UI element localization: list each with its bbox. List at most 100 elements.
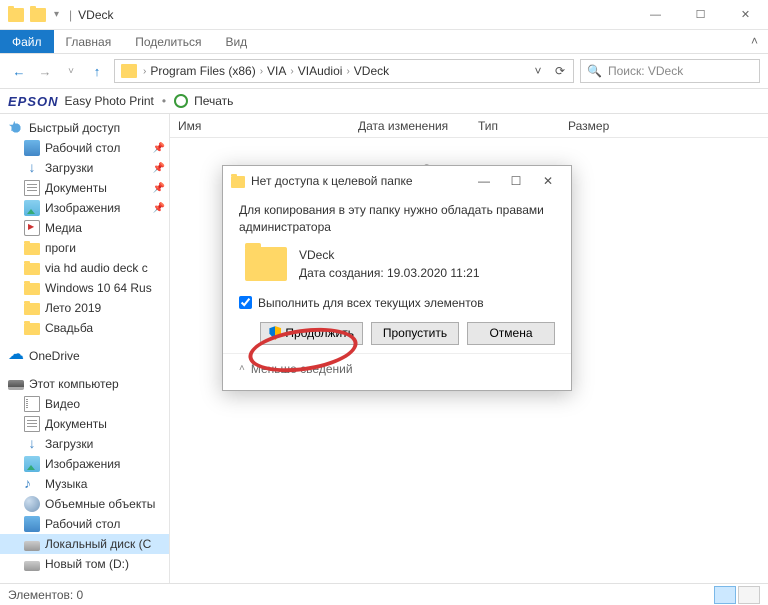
pin-icon: 📌 (153, 163, 165, 174)
dialog-close-button[interactable]: ✕ (533, 169, 563, 193)
sidebar-network[interactable]: Сеть (0, 582, 169, 583)
sidebar-label: Лето 2019 (45, 301, 101, 315)
chevron-right-icon[interactable]: › (258, 66, 265, 77)
pin-icon: 📌 (153, 203, 165, 214)
sidebar-item[interactable]: Изображения📌 (0, 198, 169, 218)
qat-dropdown-icon[interactable]: ▾ (54, 9, 59, 20)
sidebar-label: Документы (45, 417, 107, 431)
sidebar-item[interactable]: Загрузки 📌 (0, 158, 169, 178)
sidebar-label: Загрузки (45, 161, 93, 175)
folder-icon (245, 247, 287, 281)
item-icon (24, 303, 40, 315)
breadcrumb-segment[interactable]: VIA (265, 64, 288, 78)
tab-share[interactable]: Поделиться (123, 30, 213, 53)
item-icon (24, 243, 40, 255)
item-icon (24, 200, 40, 216)
separator: | (69, 8, 72, 22)
breadcrumb-path[interactable]: › Program Files (x86) › VIA › VIAudioi ›… (114, 59, 574, 83)
chevron-right-icon[interactable]: › (344, 66, 351, 77)
cancel-button[interactable]: Отмена (467, 322, 555, 345)
ribbon-collapse-icon[interactable]: ˄ (741, 30, 768, 53)
dialog-folder-info: VDeck Дата создания: 19.03.2020 11:21 (239, 246, 555, 282)
item-icon (24, 396, 40, 412)
sidebar-item[interactable]: Видео (0, 394, 169, 414)
sidebar-item[interactable]: Документы (0, 414, 169, 434)
fewer-details-toggle[interactable]: ˄ Меньше сведений (223, 353, 571, 376)
view-icons-button[interactable] (738, 586, 760, 604)
minimize-button[interactable]: — (633, 0, 678, 30)
sidebar-item[interactable]: Лето 2019 (0, 298, 169, 318)
breadcrumb-segment[interactable]: VDeck (352, 64, 391, 78)
nav-back-button[interactable]: ← (8, 60, 30, 82)
sidebar-item[interactable]: Windows 10 64 Rus (0, 278, 169, 298)
tab-home[interactable]: Главная (54, 30, 124, 53)
sidebar-item[interactable]: проги (0, 238, 169, 258)
access-denied-dialog: Нет доступа к целевой папке — ☐ ✕ Для ко… (222, 165, 572, 391)
window-titlebar: ▾ | VDeck — ☐ ✕ (0, 0, 768, 30)
status-item-count: Элементов: 0 (8, 588, 83, 602)
close-button[interactable]: ✕ (723, 0, 768, 30)
sidebar-label: Музыка (45, 477, 87, 491)
dialog-apply-all-checkbox[interactable]: Выполнить для всех текущих элементов (239, 296, 555, 310)
tab-file[interactable]: Файл (0, 30, 54, 53)
sidebar-item[interactable]: Документы📌 (0, 178, 169, 198)
column-type[interactable]: Тип (470, 119, 560, 133)
tab-view[interactable]: Вид (213, 30, 259, 53)
sidebar-item[interactable]: Медиа (0, 218, 169, 238)
sidebar-label: Windows 10 64 Rus (45, 281, 152, 295)
sidebar-item[interactable]: Свадьба (0, 318, 169, 338)
dialog-maximize-button[interactable]: ☐ (501, 169, 531, 193)
search-placeholder: Поиск: VDeck (608, 64, 683, 78)
column-size[interactable]: Размер (560, 119, 640, 133)
refresh-button[interactable]: ⟳ (549, 60, 571, 82)
nav-up-button[interactable]: ↑ (86, 60, 108, 82)
maximize-button[interactable]: ☐ (678, 0, 723, 30)
sidebar-item[interactable]: Новый том (D:) (0, 554, 169, 574)
toggle-label: Меньше сведений (251, 362, 353, 376)
sidebar-label: Свадьба (45, 321, 93, 335)
sidebar-item[interactable]: via hd audio deck с (0, 258, 169, 278)
search-input[interactable]: 🔍 Поиск: VDeck (580, 59, 760, 83)
nav-recent-dropdown[interactable]: ˅ (60, 60, 82, 82)
sidebar-item[interactable]: Локальный диск (C (0, 534, 169, 554)
sidebar-label: Документы (45, 181, 107, 195)
sidebar-label: Видео (45, 397, 80, 411)
item-icon (24, 323, 40, 335)
sidebar-item[interactable]: Объемные объекты (0, 494, 169, 514)
breadcrumb-segment[interactable]: Program Files (x86) (148, 64, 257, 78)
chevron-right-icon[interactable]: › (288, 66, 295, 77)
shield-icon (269, 326, 281, 340)
breadcrumb-segment[interactable]: VIAudioi (296, 64, 345, 78)
sidebar-item[interactable]: Рабочий стол📌 (0, 138, 169, 158)
checkbox-label: Выполнить для всех текущих элементов (258, 296, 484, 310)
chevron-right-icon[interactable]: › (141, 66, 148, 77)
sidebar-quick-access[interactable]: Быстрый доступ (0, 118, 169, 138)
column-name[interactable]: Имя (170, 119, 350, 133)
sidebar-item[interactable]: Музыка (0, 474, 169, 494)
sidebar-label: via hd audio deck с (45, 261, 148, 275)
button-label: Продолжить (285, 326, 354, 340)
sidebar-label: Изображения (45, 457, 120, 471)
skip-button[interactable]: Пропустить (371, 322, 459, 345)
sidebar-item[interactable]: Изображения (0, 454, 169, 474)
sidebar-item[interactable]: Загрузки (0, 434, 169, 454)
item-icon (24, 541, 40, 551)
dialog-minimize-button[interactable]: — (469, 169, 499, 193)
column-date[interactable]: Дата изменения (350, 119, 470, 133)
item-icon (24, 160, 40, 176)
print-button[interactable]: Печать (194, 94, 233, 108)
checkbox-input[interactable] (239, 296, 252, 309)
view-details-button[interactable] (714, 586, 736, 604)
continue-button[interactable]: Продолжить (260, 322, 363, 345)
window-title: VDeck (78, 8, 113, 22)
sidebar-label: Медиа (45, 221, 82, 235)
dialog-title: Нет доступа к целевой папке (251, 174, 413, 188)
navigation-sidebar: Быстрый доступ Рабочий стол📌Загрузки📌Док… (0, 114, 170, 583)
path-dropdown-icon[interactable]: ˅ (527, 60, 549, 82)
sidebar-this-pc[interactable]: Этот компьютер (0, 374, 169, 394)
sidebar-item[interactable]: Рабочий стол (0, 514, 169, 534)
sidebar-label: Объемные объекты (45, 497, 155, 511)
item-icon (24, 263, 40, 275)
sidebar-onedrive[interactable]: OneDrive (0, 346, 169, 366)
nav-forward-button[interactable]: → (34, 60, 56, 82)
